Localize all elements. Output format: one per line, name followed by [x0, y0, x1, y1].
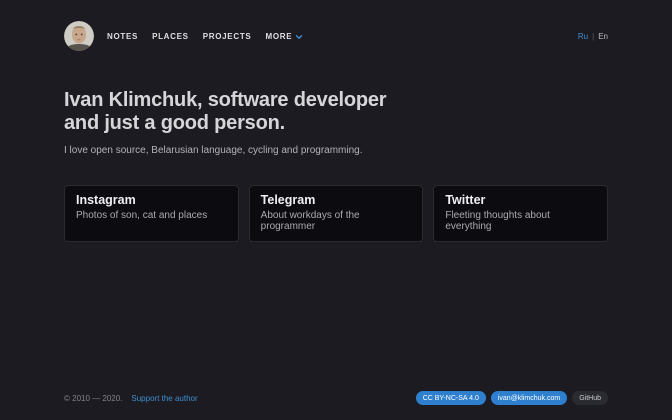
email-badge[interactable]: ivan@klimchuk.com	[491, 391, 567, 405]
avatar[interactable]	[64, 21, 94, 51]
card-instagram[interactable]: Instagram Photos of son, cat and places	[64, 185, 239, 242]
card-twitter[interactable]: Twitter Fleeting thoughts about everythi…	[433, 185, 608, 242]
language-switcher: Ru | En	[578, 32, 608, 41]
nav-item-projects[interactable]: PROJECTS	[203, 32, 252, 41]
card-description: Fleeting thoughts about everything	[445, 210, 596, 232]
support-author-link[interactable]: Support the author	[131, 394, 197, 403]
nav-item-notes[interactable]: NOTES	[107, 32, 138, 41]
license-badge[interactable]: CC BY-NC-SA 4.0	[416, 391, 486, 405]
lang-en-current[interactable]: En	[598, 32, 608, 41]
social-cards: Instagram Photos of son, cat and places …	[64, 185, 608, 242]
chevron-down-icon	[295, 33, 303, 41]
hero-section: Ivan Klimchuk, software developer and ju…	[64, 89, 608, 156]
card-title: Telegram	[261, 193, 412, 207]
page-title-line2: and just a good person.	[64, 112, 608, 135]
nav-item-places[interactable]: PLACES	[152, 32, 189, 41]
header: NOTES PLACES PROJECTS MORE Ru | En	[64, 0, 608, 51]
lang-separator: |	[592, 32, 594, 41]
page-title-line1: Ivan Klimchuk, software developer	[64, 89, 608, 112]
footer-badges: CC BY-NC-SA 4.0 ivan@klimchuk.com GitHub	[416, 391, 608, 405]
github-badge[interactable]: GitHub	[572, 391, 608, 405]
page-title: Ivan Klimchuk, software developer and ju…	[64, 89, 608, 135]
card-title: Instagram	[76, 193, 227, 207]
nav-item-more[interactable]: MORE	[265, 32, 303, 41]
card-title: Twitter	[445, 193, 596, 207]
page-subtitle: I love open source, Belarusian language,…	[64, 145, 608, 156]
card-description: About workdays of the programmer	[261, 210, 412, 232]
card-telegram[interactable]: Telegram About workdays of the programme…	[249, 185, 424, 242]
lang-ru-link[interactable]: Ru	[578, 32, 588, 41]
avatar-photo-icon	[64, 21, 94, 51]
copyright-text: © 2010 — 2020.	[64, 394, 122, 403]
nav-item-more-label: MORE	[265, 32, 292, 41]
footer: © 2010 — 2020. Support the author CC BY-…	[64, 391, 608, 405]
card-description: Photos of son, cat and places	[76, 210, 227, 221]
main-nav: NOTES PLACES PROJECTS MORE	[107, 32, 303, 41]
